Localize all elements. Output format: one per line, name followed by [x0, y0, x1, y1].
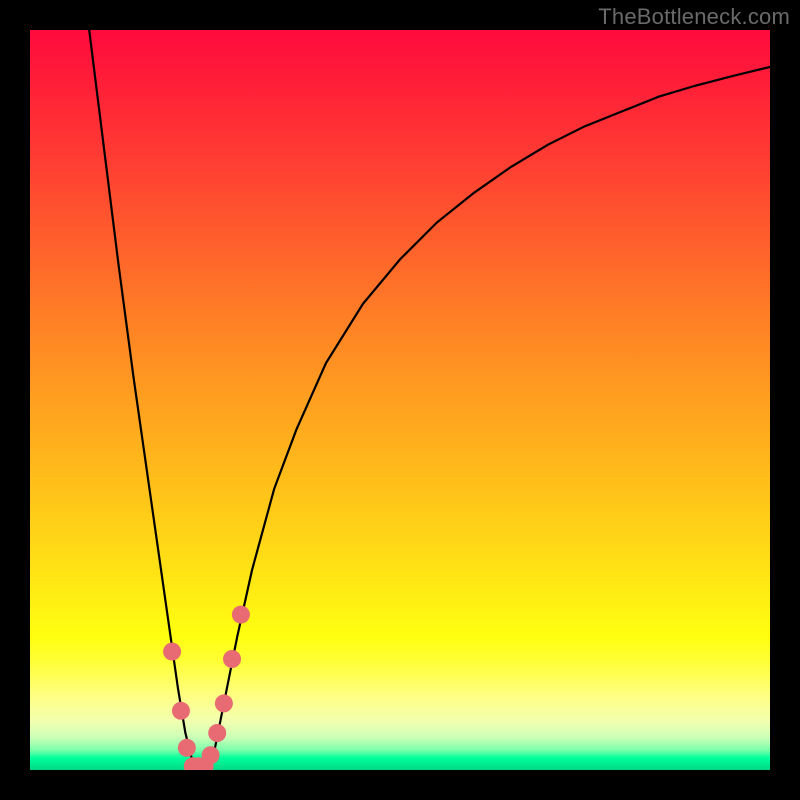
chart-frame: TheBottleneck.com	[0, 0, 800, 800]
marker-dot	[232, 606, 250, 624]
watermark-text: TheBottleneck.com	[598, 4, 790, 30]
marker-dot	[172, 702, 190, 720]
marker-dot	[202, 746, 220, 764]
marker-dot	[215, 694, 233, 712]
marker-dot	[178, 739, 196, 757]
marker-dot	[223, 650, 241, 668]
bottleneck-curve-path	[89, 30, 770, 770]
plot-area	[30, 30, 770, 770]
marker-dot	[163, 643, 181, 661]
marker-dot	[208, 724, 226, 742]
marker-group	[163, 606, 250, 770]
curve-svg	[30, 30, 770, 770]
